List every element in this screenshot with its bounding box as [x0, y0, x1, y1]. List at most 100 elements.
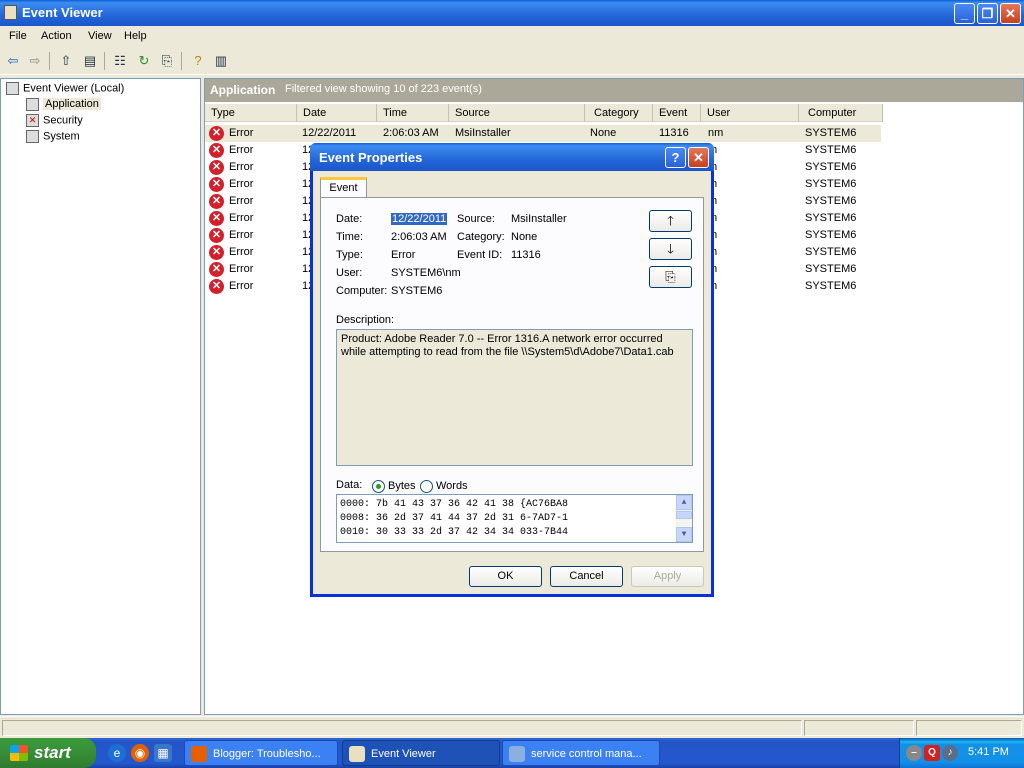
column-event[interactable]: Event — [653, 104, 701, 122]
tree-root[interactable]: Event Viewer (Local) — [6, 82, 124, 95]
ok-button[interactable]: OK — [469, 566, 542, 587]
task-label: service control mana... — [531, 748, 642, 760]
copy-event-button[interactable]: ⎘ — [649, 266, 692, 288]
window-title-bar: Event Viewer _ ❐ ✕ — [0, 0, 1024, 26]
column-category[interactable]: Category — [585, 104, 653, 122]
tray-status-icon[interactable]: – — [906, 745, 922, 761]
firefox-icon — [191, 746, 207, 762]
cell-computer: SYSTEM6 — [805, 212, 857, 224]
show-hide-tree-icon[interactable]: ▤ — [80, 52, 100, 70]
bytes-label: Bytes — [388, 480, 416, 492]
cell-computer: SYSTEM6 — [805, 161, 857, 173]
cell-computer: SYSTEM6 — [805, 229, 857, 241]
tray-volume-icon[interactable]: ♪ — [942, 745, 958, 761]
menu-action[interactable]: Action — [41, 30, 72, 42]
words-radio[interactable] — [420, 480, 433, 493]
show-hide-action-pane-icon[interactable]: ▥ — [211, 52, 231, 70]
pane-header: Application Filtered view showing 10 of … — [205, 79, 1023, 102]
help-icon[interactable]: ? — [188, 52, 208, 70]
type-value: Error — [391, 249, 416, 261]
dialog-close-button[interactable]: ✕ — [688, 147, 709, 168]
category-label: Category: — [457, 231, 505, 243]
description-text[interactable]: Product: Adobe Reader 7.0 -- Error 1316.… — [336, 329, 693, 466]
cell-computer: SYSTEM6 — [805, 195, 857, 207]
tree-item-application[interactable]: Application — [26, 98, 101, 111]
tab-event[interactable]: Event — [320, 177, 367, 198]
scroll-up-icon[interactable]: ▲ — [676, 495, 692, 510]
error-icon: ✕ — [209, 160, 224, 175]
date-value[interactable]: 12/22/2011 — [391, 213, 448, 225]
scroll-down-icon[interactable]: ▼ — [676, 527, 692, 542]
error-icon: ✕ — [209, 245, 224, 260]
description-label: Description: — [336, 314, 395, 326]
date-label: Date: — [336, 213, 363, 225]
tree-item-system[interactable]: System — [26, 130, 80, 143]
properties-icon[interactable]: ☷ — [110, 52, 130, 70]
cell-event: 11316 — [659, 127, 689, 139]
cell-computer: SYSTEM6 — [805, 178, 857, 190]
bytes-radio[interactable] — [372, 480, 385, 493]
user-label: User: — [336, 267, 363, 279]
firefox-icon[interactable]: ◉ — [131, 744, 149, 762]
cell-type: Error — [229, 229, 254, 241]
cancel-button[interactable]: Cancel — [550, 566, 623, 587]
task-event-viewer[interactable]: Event Viewer — [342, 740, 500, 766]
error-icon: ✕ — [209, 279, 224, 294]
next-event-button[interactable]: 🡓 — [649, 238, 692, 260]
start-label: start — [34, 743, 71, 762]
event-tab-panel: Date: 12/22/2011 Source: MsiInstaller Ti… — [320, 197, 704, 552]
eventid-value: 11316 — [511, 249, 541, 261]
restore-button[interactable]: ❐ — [977, 3, 998, 24]
column-date[interactable]: Date — [297, 104, 377, 122]
menu-help[interactable]: Help — [124, 30, 147, 42]
minimize-button[interactable]: _ — [954, 3, 975, 24]
dialog-title: Event Properties — [319, 150, 423, 165]
show-desktop-icon[interactable]: ▦ — [154, 744, 172, 762]
task-label: Event Viewer — [371, 748, 436, 760]
data-hex-box[interactable]: 0000: 7b 41 43 37 36 42 41 38 {AC76BA8 0… — [336, 494, 693, 543]
column-source[interactable]: Source — [449, 104, 585, 122]
task-service-control[interactable]: service control mana... — [502, 740, 660, 766]
cell-category: None — [590, 127, 617, 139]
data-scrollbar[interactable]: ▲ ▼ — [676, 495, 692, 542]
back-icon[interactable]: ⇦ — [3, 52, 23, 70]
apply-button[interactable]: Apply — [631, 566, 704, 587]
computer-label: Computer: — [336, 285, 388, 297]
cell-type: Error — [229, 178, 254, 190]
cell-type: Error — [229, 246, 254, 258]
close-button[interactable]: ✕ — [1000, 3, 1021, 24]
toolbar: ⇦ ⇨ ⇧ ▤ ☷ ↻ ⎘ ? ▥ — [0, 48, 1024, 75]
refresh-icon[interactable]: ↻ — [134, 52, 154, 70]
status-bar — [0, 716, 1024, 738]
column-time[interactable]: Time — [377, 104, 449, 122]
cell-computer: SYSTEM6 — [805, 144, 857, 156]
previous-event-button[interactable]: 🡑 — [649, 210, 692, 232]
error-icon: ✕ — [209, 211, 224, 226]
security-log-icon: ✕ — [26, 114, 39, 127]
dialog-help-button[interactable]: ? — [665, 147, 686, 168]
internet-explorer-icon[interactable]: e — [108, 744, 126, 762]
column-type[interactable]: Type — [205, 104, 297, 122]
start-button[interactable]: start — [0, 738, 96, 768]
forward-icon[interactable]: ⇨ — [25, 52, 45, 70]
event-viewer-icon — [4, 5, 17, 20]
scroll-thumb[interactable] — [676, 511, 692, 519]
cell-computer: SYSTEM6 — [805, 246, 857, 258]
pane-title: Application — [210, 83, 276, 97]
column-computer[interactable]: Computer — [799, 104, 883, 122]
menu-file[interactable]: File — [9, 30, 27, 42]
tray-antivirus-icon[interactable]: Q — [924, 745, 940, 761]
menu-view[interactable]: View — [88, 30, 112, 42]
table-row[interactable]: ✕ Error 12/22/2011 2:06:03 AM MsiInstaller No… — [205, 125, 881, 142]
up-folder-icon[interactable]: ⇧ — [56, 52, 76, 70]
cell-type: Error — [229, 212, 254, 224]
copy-icon: ⎘ — [665, 269, 676, 284]
event-properties-dialog: Event Properties ? ✕ Event Date: 12/22/2… — [310, 143, 714, 597]
export-list-icon[interactable]: ⎘ — [157, 52, 177, 70]
windows-logo-icon — [10, 745, 28, 761]
cell-date: 12/22/2011 — [302, 127, 357, 139]
clock[interactable]: 5:41 PM — [968, 746, 1009, 758]
task-blogger[interactable]: Blogger: Troublesho... — [184, 740, 338, 766]
column-user[interactable]: User — [701, 104, 799, 122]
tree-item-security[interactable]: ✕ Security — [26, 114, 83, 127]
